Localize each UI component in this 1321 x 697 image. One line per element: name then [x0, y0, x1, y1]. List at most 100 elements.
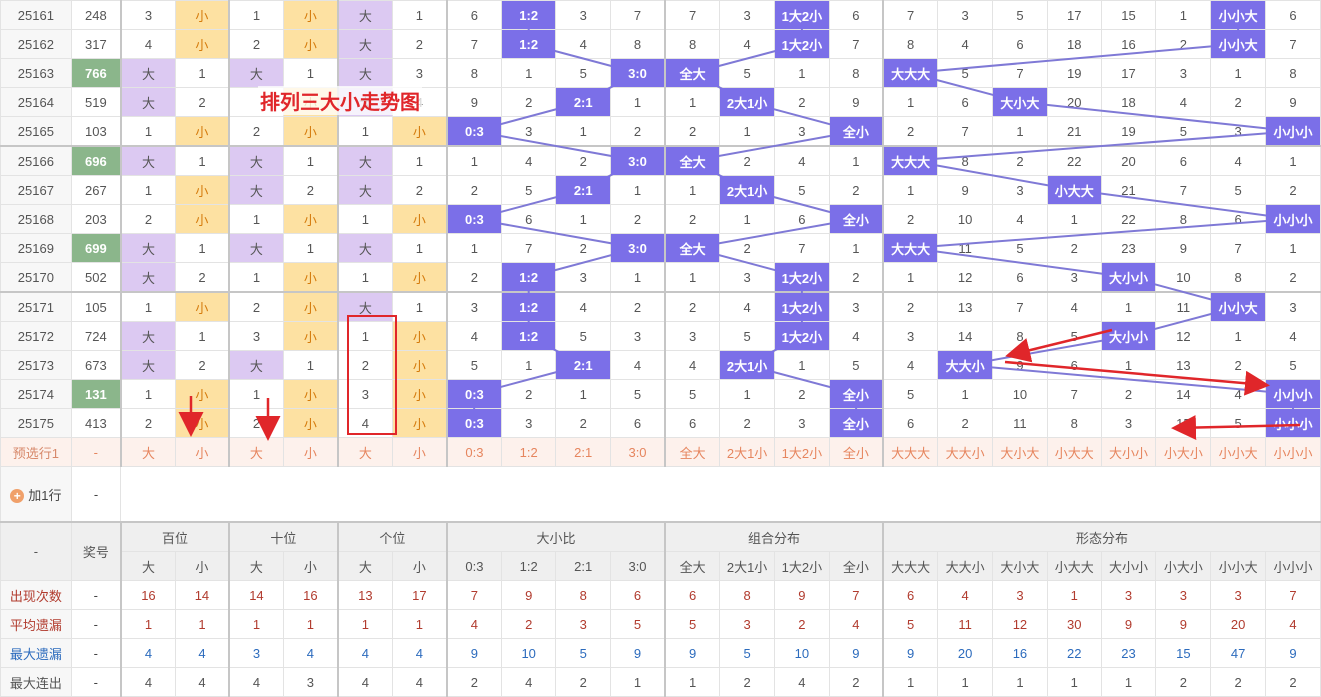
preselect-shape-bbs[interactable]: 大大小 — [937, 437, 994, 467]
preselect-ratio-3-0[interactable]: 3:0 — [609, 437, 666, 467]
preselect-hundreds-big[interactable]: 大 — [119, 437, 176, 467]
cell-units-small: 小 — [391, 204, 448, 234]
cell-combo-all-small: 3 — [828, 291, 884, 322]
cell-ratio-3-0: 3:0 — [609, 145, 666, 176]
stat-ratio-3-0: 5 — [609, 609, 666, 639]
preselect-shape-sbb[interactable]: 小大大 — [1046, 437, 1102, 467]
stat-units-small: 1 — [391, 609, 448, 639]
cell-shape-sss: 1 — [1265, 233, 1321, 263]
preselect-shape-bbb[interactable]: 大大大 — [881, 437, 939, 467]
cell-shape-bss: 3 — [1100, 408, 1157, 438]
cell-ratio-3-0: 1 — [609, 87, 666, 117]
cell-shape-bbb: 大大大 — [881, 145, 939, 176]
cell-ratio-0-3: 0:3 — [445, 408, 502, 438]
cell-shape-bsb: 7 — [992, 58, 1048, 88]
stat-ratio-0-3: 9 — [445, 638, 502, 668]
stat-prize: - — [70, 638, 122, 668]
preselect-units-small[interactable]: 小 — [391, 437, 448, 467]
stat-hundreds-small: 1 — [174, 609, 230, 639]
cell-shape-sbb: 2 — [1046, 233, 1102, 263]
preselect-ratio-0-3[interactable]: 0:3 — [445, 437, 502, 467]
stat-units-big: 13 — [336, 580, 393, 610]
header-group-shape: 形态分布 — [881, 521, 1321, 552]
preselect-shape-bsb[interactable]: 大小大 — [992, 437, 1048, 467]
header-ratio-0-3: 0:3 — [445, 551, 502, 581]
stat-shape-bbb: 5 — [881, 609, 939, 639]
stat-hundreds-small: 4 — [174, 638, 230, 668]
cell-hundreds-big: 1 — [119, 291, 176, 322]
stat-combo-2big1small: 3 — [719, 609, 775, 639]
stat-shape-bss: 9 — [1100, 609, 1157, 639]
preselect-shape-sss[interactable]: 小小小 — [1265, 437, 1321, 467]
preselect-combo-1big2small[interactable]: 1大2小 — [773, 437, 830, 467]
cell-combo-1big2small: 1大2小 — [773, 262, 830, 293]
cell-ratio-1-2: 4 — [500, 145, 557, 176]
issue-number: 25167 — [0, 175, 72, 205]
cell-combo-2big1small: 2 — [719, 408, 775, 438]
preselect-combo-2big1small[interactable]: 2大1小 — [719, 437, 775, 467]
cell-tens-small: 小 — [282, 408, 339, 438]
cell-combo-2big1small: 1 — [719, 116, 775, 147]
preselect-tens-small[interactable]: 小 — [282, 437, 339, 467]
add-row-button[interactable]: + 加1行 — [0, 466, 72, 523]
stat-shape-sbs: 2 — [1155, 667, 1212, 697]
cell-ratio-2-1: 3 — [555, 0, 611, 30]
preselect-shape-sbs[interactable]: 小大小 — [1155, 437, 1212, 467]
stat-shape-ssb: 2 — [1210, 667, 1267, 697]
cell-shape-sbs: 3 — [1155, 58, 1212, 88]
add-row-prize: - — [70, 466, 122, 523]
stat-tens-big: 14 — [227, 580, 284, 610]
stat-shape-bbs: 11 — [937, 609, 994, 639]
cell-combo-2big1small: 2 — [719, 233, 775, 263]
cell-combo-2big1small: 2大1小 — [719, 350, 775, 380]
stat-shape-ssb: 20 — [1210, 609, 1267, 639]
cell-ratio-2-1: 1 — [555, 116, 611, 147]
stat-shape-bbs: 1 — [937, 667, 994, 697]
preselect-ratio-1-2[interactable]: 1:2 — [500, 437, 557, 467]
cell-hundreds-big: 4 — [119, 29, 176, 59]
cell-combo-1big2small: 5 — [773, 175, 830, 205]
cell-shape-sbs: 7 — [1155, 175, 1212, 205]
prize-number: 248 — [70, 0, 122, 30]
header-shape-bbb: 大大大 — [881, 551, 939, 581]
cell-ratio-2-1: 5 — [555, 58, 611, 88]
preselect-shape-bss[interactable]: 大小小 — [1100, 437, 1157, 467]
preselect-shape-ssb[interactable]: 小小大 — [1210, 437, 1267, 467]
prize-number: 724 — [70, 321, 122, 351]
preselect-ratio-2-1[interactable]: 2:1 — [555, 437, 611, 467]
stat-name: 最大遗漏 — [0, 638, 72, 668]
preselect-hundreds-small[interactable]: 小 — [174, 437, 230, 467]
header-shape-ssb: 小小大 — [1210, 551, 1267, 581]
preselect-combo-all-big[interactable]: 全大 — [664, 437, 721, 467]
preselect-units-big[interactable]: 大 — [336, 437, 393, 467]
cell-shape-sbs: 12 — [1155, 321, 1212, 351]
header-prize: 奖号 — [70, 521, 122, 581]
cell-ratio-0-3: 5 — [445, 350, 502, 380]
preselect-row[interactable]: 预选行1- 大小大小大小 0:3 1:2 2:1 3:0 全大 2大1小 1大2小 全小 大大大 大大… — [0, 437, 1321, 467]
header-ratio-3-0: 3:0 — [609, 551, 666, 581]
header-group-units: 个位 — [336, 521, 448, 552]
cell-shape-bbb: 1 — [881, 87, 939, 117]
issue-number: 25171 — [0, 291, 72, 322]
stat-tens-big: 1 — [227, 609, 284, 639]
issue-number: 25172 — [0, 321, 72, 351]
cell-shape-bsb: 5 — [992, 0, 1048, 30]
prize-number: 131 — [70, 379, 122, 409]
cell-tens-big: 2 — [227, 291, 284, 322]
cell-units-small: 1 — [391, 291, 448, 322]
cell-shape-bbb: 大大大 — [881, 233, 939, 263]
cell-combo-all-big: 1 — [664, 87, 721, 117]
preselect-combo-all-small[interactable]: 全小 — [828, 437, 884, 467]
cell-shape-bbb: 4 — [881, 350, 939, 380]
cell-shape-sss: 8 — [1265, 58, 1321, 88]
stat-combo-2big1small: 2 — [719, 667, 775, 697]
cell-units-big: 1 — [336, 262, 393, 293]
cell-combo-all-small: 6 — [828, 0, 884, 30]
header-shape-sbs: 小大小 — [1155, 551, 1212, 581]
cell-ratio-0-3: 7 — [445, 29, 502, 59]
preselect-tens-big[interactable]: 大 — [227, 437, 284, 467]
stat-units-small: 4 — [391, 638, 448, 668]
cell-ratio-0-3: 9 — [445, 87, 502, 117]
cell-ratio-2-1: 2:1 — [555, 175, 611, 205]
cell-units-small: 小 — [391, 116, 448, 147]
